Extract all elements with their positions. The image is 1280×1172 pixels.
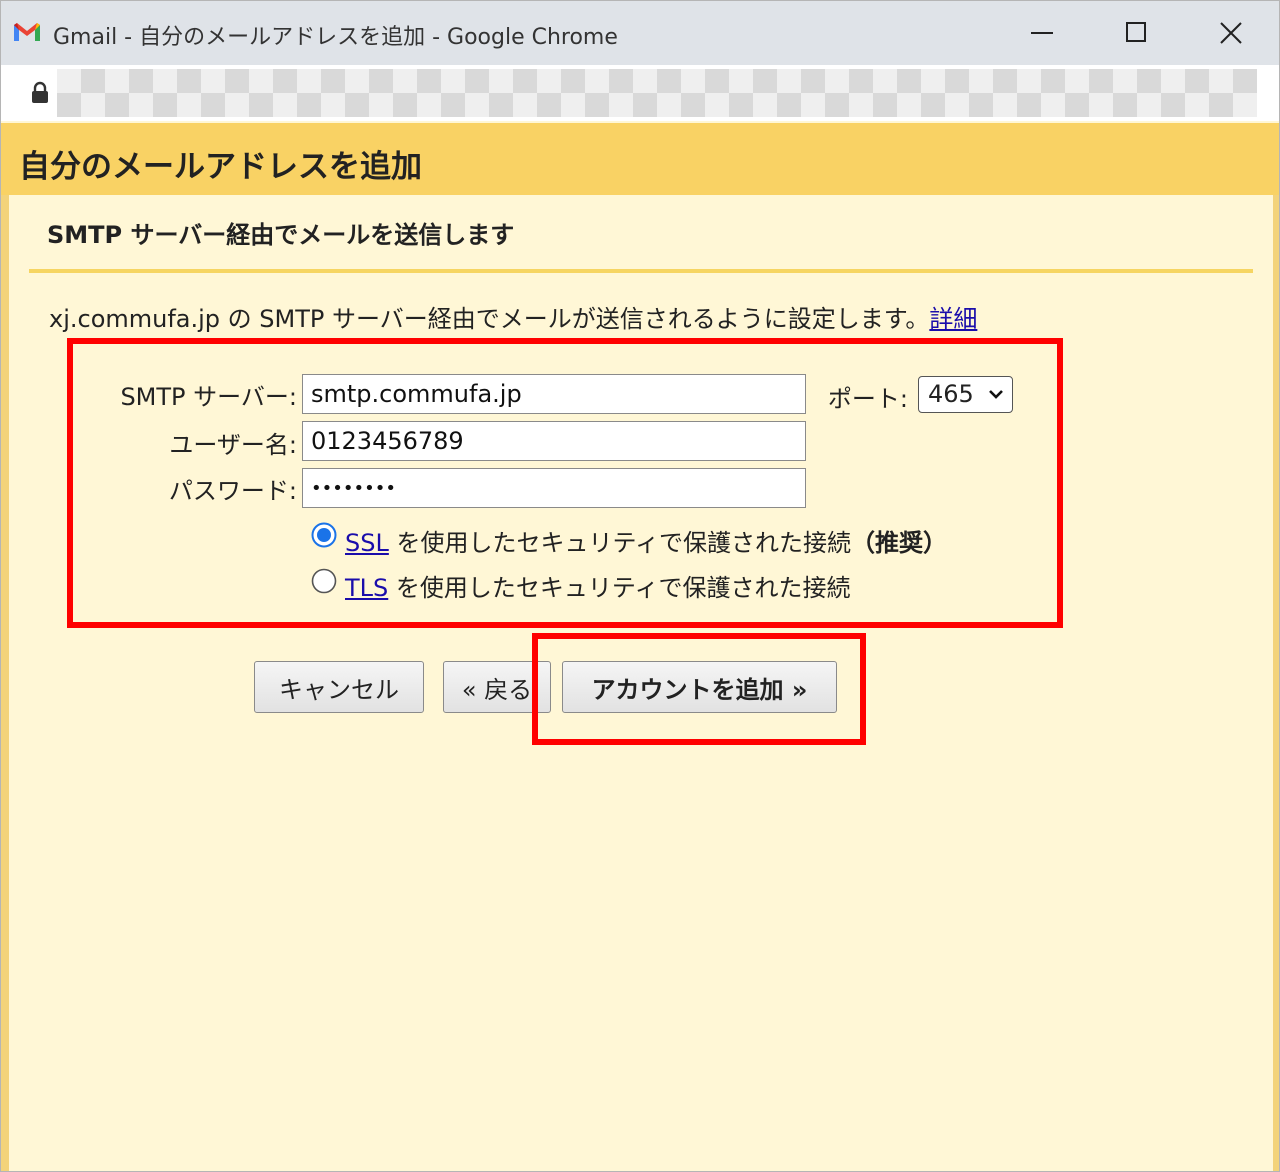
cancel-button[interactable]: キャンセル	[254, 661, 424, 713]
url-redacted[interactable]	[57, 69, 1257, 117]
page-title: 自分のメールアドレスを追加	[19, 149, 422, 185]
minimize-icon[interactable]	[1021, 15, 1061, 51]
maximize-icon[interactable]	[1116, 15, 1156, 51]
section-divider	[29, 269, 1253, 273]
description: xj.commufa.jp の SMTP サーバー経由でメールが送信されるように…	[49, 299, 977, 334]
right-border	[1273, 195, 1279, 1171]
section-title: SMTP サーバー経由でメールを送信します	[47, 221, 515, 249]
highlight-form-box	[67, 338, 1063, 628]
window-title: Gmail - 自分のメールアドレスを追加 - Google Chrome	[53, 25, 618, 50]
description-text: xj.commufa.jp の SMTP サーバー経由でメールが送信されるように…	[49, 305, 930, 333]
gmail-icon	[14, 23, 40, 41]
lock-icon	[32, 81, 48, 103]
left-border	[1, 195, 9, 1171]
details-link[interactable]: 詳細	[929, 305, 977, 333]
browser-window: Gmail - 自分のメールアドレスを追加 - Google Chrome 自分…	[0, 0, 1280, 1172]
close-icon[interactable]	[1211, 15, 1251, 51]
highlight-button-box	[532, 633, 866, 745]
title-bar: Gmail - 自分のメールアドレスを追加 - Google Chrome	[1, 1, 1279, 65]
